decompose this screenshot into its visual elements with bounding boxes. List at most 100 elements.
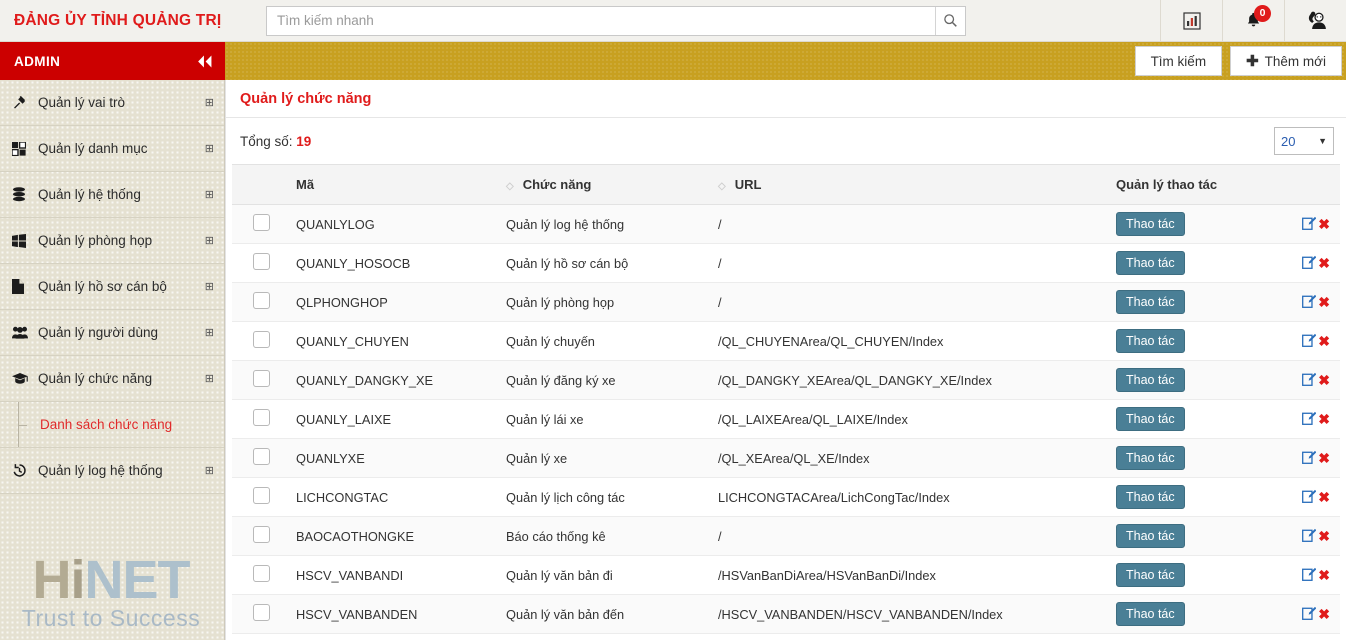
thao-tac-button[interactable]: Thao tác bbox=[1116, 563, 1185, 587]
row-checkbox[interactable] bbox=[253, 448, 270, 465]
table-row: QUANLY_DANGKY_XEQuản lý đăng ký xe/QL_DA… bbox=[232, 361, 1340, 400]
cell-url: LICHCONGTACArea/LichCongTac/Index bbox=[712, 478, 1110, 517]
delete-icon[interactable]: ✖ bbox=[1318, 528, 1330, 545]
plus-square-icon[interactable]: ⊞ bbox=[205, 464, 214, 477]
cell-url: /QL_LAIXEArea/QL_LAIXE/Index bbox=[712, 400, 1110, 439]
edit-icon[interactable] bbox=[1302, 450, 1316, 467]
edit-icon[interactable] bbox=[1302, 489, 1316, 506]
edit-icon[interactable] bbox=[1302, 333, 1316, 350]
sidebar-subitem-danh-sach-chuc-nang[interactable]: Danh sách chức năng bbox=[0, 402, 224, 448]
sidebar-item-nguoi-dung[interactable]: Quản lý người dùng ⊞ bbox=[0, 310, 224, 356]
edit-icon[interactable] bbox=[1302, 372, 1316, 389]
logo-net: NET bbox=[85, 550, 190, 610]
cell-url: /HSCV_VANBANDEN/HSCV_VANBANDEN/Index bbox=[712, 595, 1110, 634]
plus-square-icon[interactable]: ⊞ bbox=[205, 188, 214, 201]
row-checkbox[interactable] bbox=[253, 292, 270, 309]
total-label: Tổng số: bbox=[240, 134, 293, 149]
edit-icon[interactable] bbox=[1302, 411, 1316, 428]
col-ma-label: Mã bbox=[296, 177, 314, 192]
plus-square-icon[interactable]: ⊞ bbox=[205, 372, 214, 385]
table-row: QUANLY_LAIXEQuản lý lái xe/QL_LAIXEArea/… bbox=[232, 400, 1340, 439]
sidebar-item-ho-so-can-bo[interactable]: Quản lý hồ sơ cán bộ ⊞ bbox=[0, 264, 224, 310]
edit-icon[interactable] bbox=[1302, 528, 1316, 545]
delete-icon[interactable]: ✖ bbox=[1318, 216, 1330, 233]
delete-icon[interactable]: ✖ bbox=[1318, 450, 1330, 467]
sort-icon[interactable]: ◇ bbox=[718, 181, 725, 192]
delete-icon[interactable]: ✖ bbox=[1318, 255, 1330, 272]
row-checkbox-cell bbox=[232, 283, 290, 322]
delete-icon[interactable]: ✖ bbox=[1318, 606, 1330, 623]
sidebar-collapse-button[interactable] bbox=[183, 42, 225, 80]
sidebar-item-phong-hop[interactable]: Quản lý phòng họp ⊞ bbox=[0, 218, 224, 264]
row-checkbox[interactable] bbox=[253, 331, 270, 348]
plus-square-icon[interactable]: ⊞ bbox=[205, 280, 214, 293]
delete-icon[interactable]: ✖ bbox=[1318, 294, 1330, 311]
users-icon bbox=[12, 326, 38, 339]
delete-icon[interactable]: ✖ bbox=[1318, 411, 1330, 428]
top-bar: ĐẢNG ỦY TỈNH QUẢNG TRỊ bbox=[0, 0, 1346, 42]
main-panel: Quản lý chức năng Tổng số: 19 20 ▼ bbox=[225, 80, 1346, 640]
notifications-button[interactable]: 0 bbox=[1222, 0, 1284, 41]
row-checkbox[interactable] bbox=[253, 526, 270, 543]
sort-icon[interactable]: ◇ bbox=[506, 181, 513, 192]
total-value: 19 bbox=[296, 134, 311, 149]
thao-tac-button[interactable]: Thao tác bbox=[1116, 251, 1185, 275]
thao-tac-button[interactable]: Thao tác bbox=[1116, 368, 1185, 392]
plus-square-icon[interactable]: ⊞ bbox=[205, 142, 214, 155]
statistics-button[interactable] bbox=[1160, 0, 1222, 41]
row-checkbox[interactable] bbox=[253, 253, 270, 270]
row-checkbox[interactable] bbox=[253, 487, 270, 504]
row-checkbox[interactable] bbox=[253, 214, 270, 231]
thao-tac-button[interactable]: Thao tác bbox=[1116, 290, 1185, 314]
delete-icon[interactable]: ✖ bbox=[1318, 333, 1330, 350]
search-submit-button[interactable] bbox=[935, 7, 965, 35]
col-url[interactable]: ◇ URL bbox=[712, 165, 1110, 205]
delete-icon[interactable]: ✖ bbox=[1318, 567, 1330, 584]
action-toolbar: Tìm kiếm ✚ Thêm mới bbox=[225, 42, 1346, 80]
thao-tac-button[interactable]: Thao tác bbox=[1116, 329, 1185, 353]
edit-icon[interactable] bbox=[1302, 255, 1316, 272]
row-checkbox[interactable] bbox=[253, 604, 270, 621]
sidebar-item-danh-muc[interactable]: Quản lý danh mục ⊞ bbox=[0, 126, 224, 172]
search-input[interactable] bbox=[267, 7, 935, 35]
functions-table: Mã ◇Chức năng ◇URL Quản lý thao tác bbox=[232, 164, 1340, 634]
thao-tac-button[interactable]: Thao tác bbox=[1116, 446, 1185, 470]
plus-square-icon[interactable]: ⊞ bbox=[205, 326, 214, 339]
col-chuc-nang[interactable]: ◇Chức năng bbox=[500, 165, 712, 205]
row-checkbox[interactable] bbox=[253, 370, 270, 387]
table-row: HSCV_VANBANDENQuản lý văn bản đến/HSCV_V… bbox=[232, 595, 1340, 634]
user-menu-button[interactable] bbox=[1284, 0, 1346, 41]
row-checkbox[interactable] bbox=[253, 565, 270, 582]
edit-icon[interactable] bbox=[1302, 606, 1316, 623]
delete-icon[interactable]: ✖ bbox=[1318, 372, 1330, 389]
add-new-button[interactable]: ✚ Thêm mới bbox=[1230, 46, 1342, 76]
thao-tac-button[interactable]: Thao tác bbox=[1116, 212, 1185, 236]
delete-icon[interactable]: ✖ bbox=[1318, 489, 1330, 506]
thao-tac-button[interactable]: Thao tác bbox=[1116, 602, 1185, 626]
col-url-label: URL bbox=[735, 177, 762, 192]
edit-icon[interactable] bbox=[1302, 567, 1316, 584]
plus-square-icon[interactable]: ⊞ bbox=[205, 96, 214, 109]
history-icon bbox=[12, 463, 38, 478]
thao-tac-button[interactable]: Thao tác bbox=[1116, 485, 1185, 509]
page-size-value: 20 bbox=[1281, 134, 1295, 149]
edit-icon[interactable] bbox=[1302, 294, 1316, 311]
plus-square-icon[interactable]: ⊞ bbox=[205, 234, 214, 247]
cell-url: /HSVanBanDiArea/HSVanBanDi/Index bbox=[712, 556, 1110, 595]
search-box[interactable] bbox=[266, 6, 966, 36]
edit-icon[interactable] bbox=[1302, 216, 1316, 233]
search-button[interactable]: Tìm kiếm bbox=[1135, 46, 1223, 76]
table-row: QUANLY_HOSOCBQuản lý hồ sơ cán bộ/Thao t… bbox=[232, 244, 1340, 283]
col-select-all bbox=[232, 165, 290, 205]
sidebar-item-log-he-thong[interactable]: Quản lý log hệ thống ⊞ bbox=[0, 448, 224, 494]
thao-tac-button[interactable]: Thao tác bbox=[1116, 524, 1185, 548]
cell-chuc-nang: Quản lý văn bản đến bbox=[500, 595, 712, 634]
row-checkbox[interactable] bbox=[253, 409, 270, 426]
sidebar-item-vai-tro[interactable]: Quản lý vai trò ⊞ bbox=[0, 80, 224, 126]
page-size-select[interactable]: 20 ▼ bbox=[1274, 127, 1334, 155]
sidebar-item-chuc-nang[interactable]: Quản lý chức năng ⊞ bbox=[0, 356, 224, 402]
total-count: Tổng số: 19 bbox=[240, 134, 311, 149]
sidebar-item-he-thong[interactable]: Quản lý hệ thống ⊞ bbox=[0, 172, 224, 218]
thao-tac-button[interactable]: Thao tác bbox=[1116, 407, 1185, 431]
col-ma[interactable]: Mã bbox=[290, 165, 500, 205]
